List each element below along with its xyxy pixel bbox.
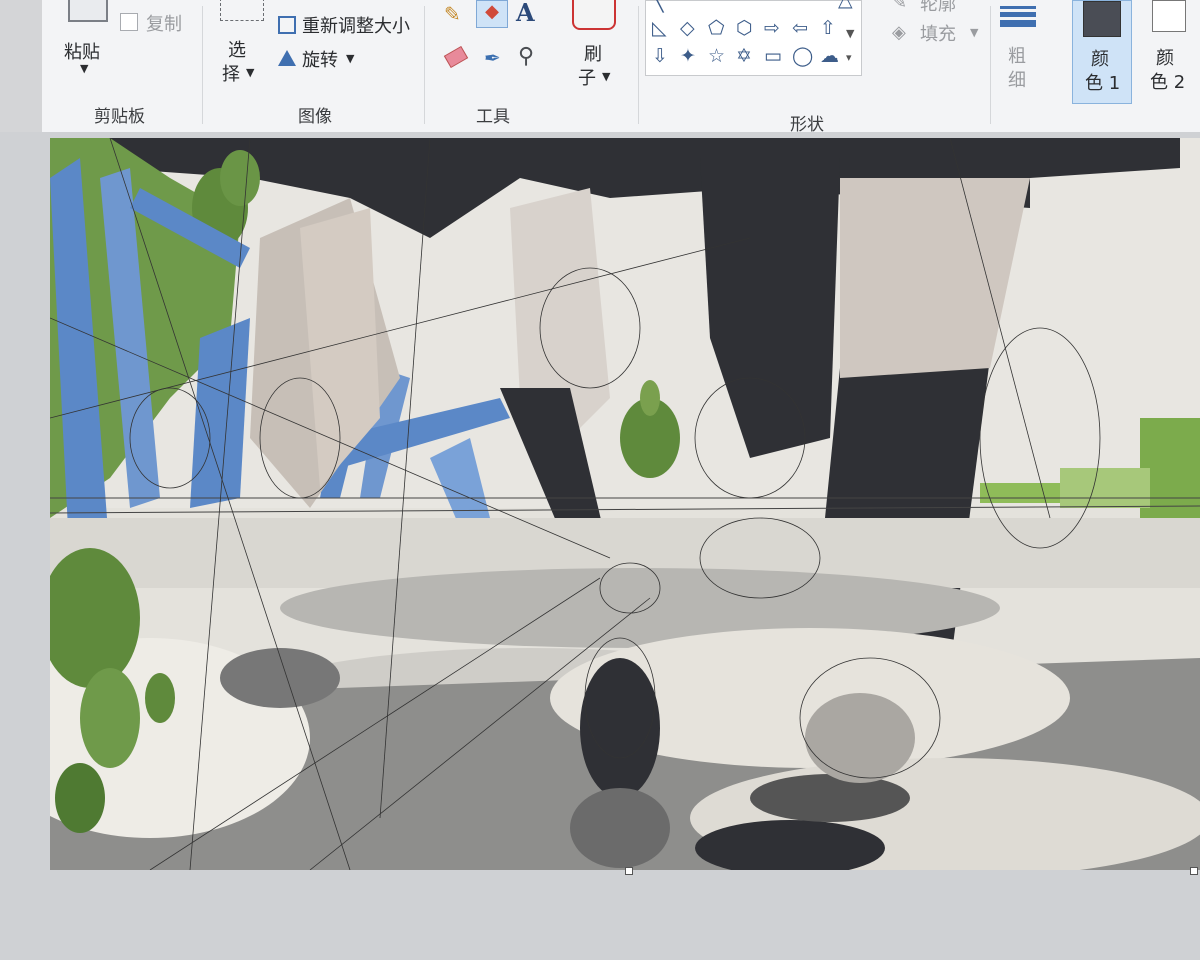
paste-label: 粘贴 — [64, 42, 100, 63]
color1-button[interactable]: 颜 色 1 — [1072, 0, 1132, 104]
canvas-resize-handle-bottom[interactable] — [625, 867, 633, 875]
color1-label-2: 色 1 — [1085, 73, 1121, 94]
color2-label-1: 颜 — [1156, 48, 1174, 69]
up-arrow-shape-icon[interactable]: ⇧ — [820, 17, 836, 39]
copy-icon — [120, 13, 138, 31]
resize-label: 重新调整大小 — [302, 16, 410, 37]
paste-button[interactable]: 粘贴 ▼ — [62, 0, 114, 90]
hexagon-shape-icon[interactable]: ⬡ — [736, 17, 753, 39]
clipboard-group-label: 剪贴板 — [94, 107, 145, 127]
rotate-icon — [278, 50, 296, 66]
rect-callout-shape-icon[interactable]: ▭ — [764, 45, 782, 67]
select-label-1: 选 — [228, 40, 246, 61]
outline-icon: ✎ — [892, 0, 908, 13]
tools-group-label: 工具 — [476, 107, 510, 127]
color-picker-icon[interactable]: ✒ — [484, 46, 501, 70]
drawing-canvas[interactable] — [50, 138, 1200, 870]
resize-icon — [278, 16, 296, 34]
brush-icon — [572, 0, 616, 30]
triangle-shape-icon[interactable]: △ — [838, 0, 853, 11]
canvas-resize-handle-corner[interactable] — [1190, 867, 1198, 875]
gallery-scroll-down-icon[interactable]: ▼ — [846, 27, 854, 40]
brushes-label-2: 子 — [578, 68, 596, 89]
size-button[interactable]: 粗 细 — [996, 0, 1050, 91]
group-divider — [638, 6, 639, 124]
fill-label: 填充 — [920, 24, 956, 45]
color1-swatch — [1083, 1, 1121, 37]
text-tool-icon[interactable]: A — [516, 0, 535, 27]
right-arrow-shape-icon[interactable]: ⇨ — [764, 17, 780, 39]
copy-button[interactable]: 复制 — [120, 10, 200, 36]
pencil-icon[interactable]: ✎ — [444, 2, 461, 26]
outline-label: 轮廓 — [920, 0, 956, 15]
group-divider — [990, 6, 991, 124]
select-rect-icon — [220, 0, 264, 21]
image-group-label: 图像 — [298, 107, 332, 127]
rotate-label: 旋转 — [302, 50, 338, 71]
down-arrow-shape-icon[interactable]: ⇩ — [652, 45, 668, 67]
right-triangle-shape-icon[interactable]: ◺ — [652, 17, 667, 39]
group-divider — [202, 6, 203, 124]
fill-button[interactable]: ◈ 填充 ▼ — [892, 20, 992, 46]
brushes-label-1: 刷 — [584, 44, 602, 65]
outline-button[interactable]: ✎ 轮廓 — [892, 0, 982, 16]
brushes-button[interactable]: 刷 子 ▼ — [566, 0, 620, 92]
magnifier-icon[interactable]: ⚲ — [518, 44, 534, 69]
color2-button[interactable]: 颜 色 2 — [1140, 0, 1198, 100]
gallery-expand-icon[interactable]: ▾ — [846, 51, 852, 64]
five-point-star-shape-icon[interactable]: ☆ — [708, 45, 725, 67]
clipboard-icon — [68, 0, 108, 22]
rotate-dropdown-icon: ▼ — [346, 52, 355, 65]
paste-dropdown-icon: ▼ — [80, 62, 89, 75]
fill-bucket-icon[interactable]: ◆ — [476, 0, 508, 28]
ribbon: 粘贴 ▼ 复制 剪贴板 选 择 ▼ 重新调整大小 旋转 ▼ 图像 ✎ ◆ A ✒… — [42, 0, 1200, 135]
select-button[interactable]: 选 择 ▼ — [218, 0, 264, 90]
oval-callout-shape-icon[interactable]: ◯ — [792, 45, 813, 67]
line-width-icon — [1000, 6, 1036, 27]
brushes-dropdown-icon: ▼ — [602, 70, 611, 83]
group-divider — [424, 6, 425, 124]
cloud-callout-shape-icon[interactable]: ☁ — [820, 45, 839, 67]
copy-label: 复制 — [146, 14, 182, 35]
shapes-gallery[interactable]: ╲ △ ◺ ◇ ⬠ ⬡ ⇨ ⇦ ⇧ ⇩ ✦ ☆ ✡ ▭ ◯ ☁ ▼ ▾ — [645, 0, 862, 76]
color1-label-1: 颜 — [1091, 49, 1109, 70]
size-label-1: 粗 — [1008, 46, 1026, 67]
fill-icon: ◈ — [892, 22, 906, 43]
left-arrow-shape-icon[interactable]: ⇦ — [792, 17, 808, 39]
four-point-star-shape-icon[interactable]: ✦ — [680, 45, 696, 67]
select-dropdown-icon: ▼ — [246, 66, 255, 79]
color2-label-2: 色 2 — [1150, 72, 1186, 93]
eraser-icon[interactable] — [443, 45, 469, 69]
line-shape-icon[interactable]: ╲ — [652, 0, 663, 13]
rotate-button[interactable]: 旋转 ▼ — [278, 46, 398, 72]
pentagon-shape-icon[interactable]: ⬠ — [708, 17, 725, 39]
six-point-star-shape-icon[interactable]: ✡ — [736, 45, 752, 67]
color2-swatch — [1152, 0, 1186, 32]
select-label-2: 择 — [222, 64, 240, 85]
fill-dropdown-icon: ▼ — [970, 26, 979, 39]
size-label-2: 细 — [1008, 70, 1026, 91]
diamond-shape-icon[interactable]: ◇ — [680, 17, 695, 39]
resize-button[interactable]: 重新调整大小 — [278, 12, 458, 38]
